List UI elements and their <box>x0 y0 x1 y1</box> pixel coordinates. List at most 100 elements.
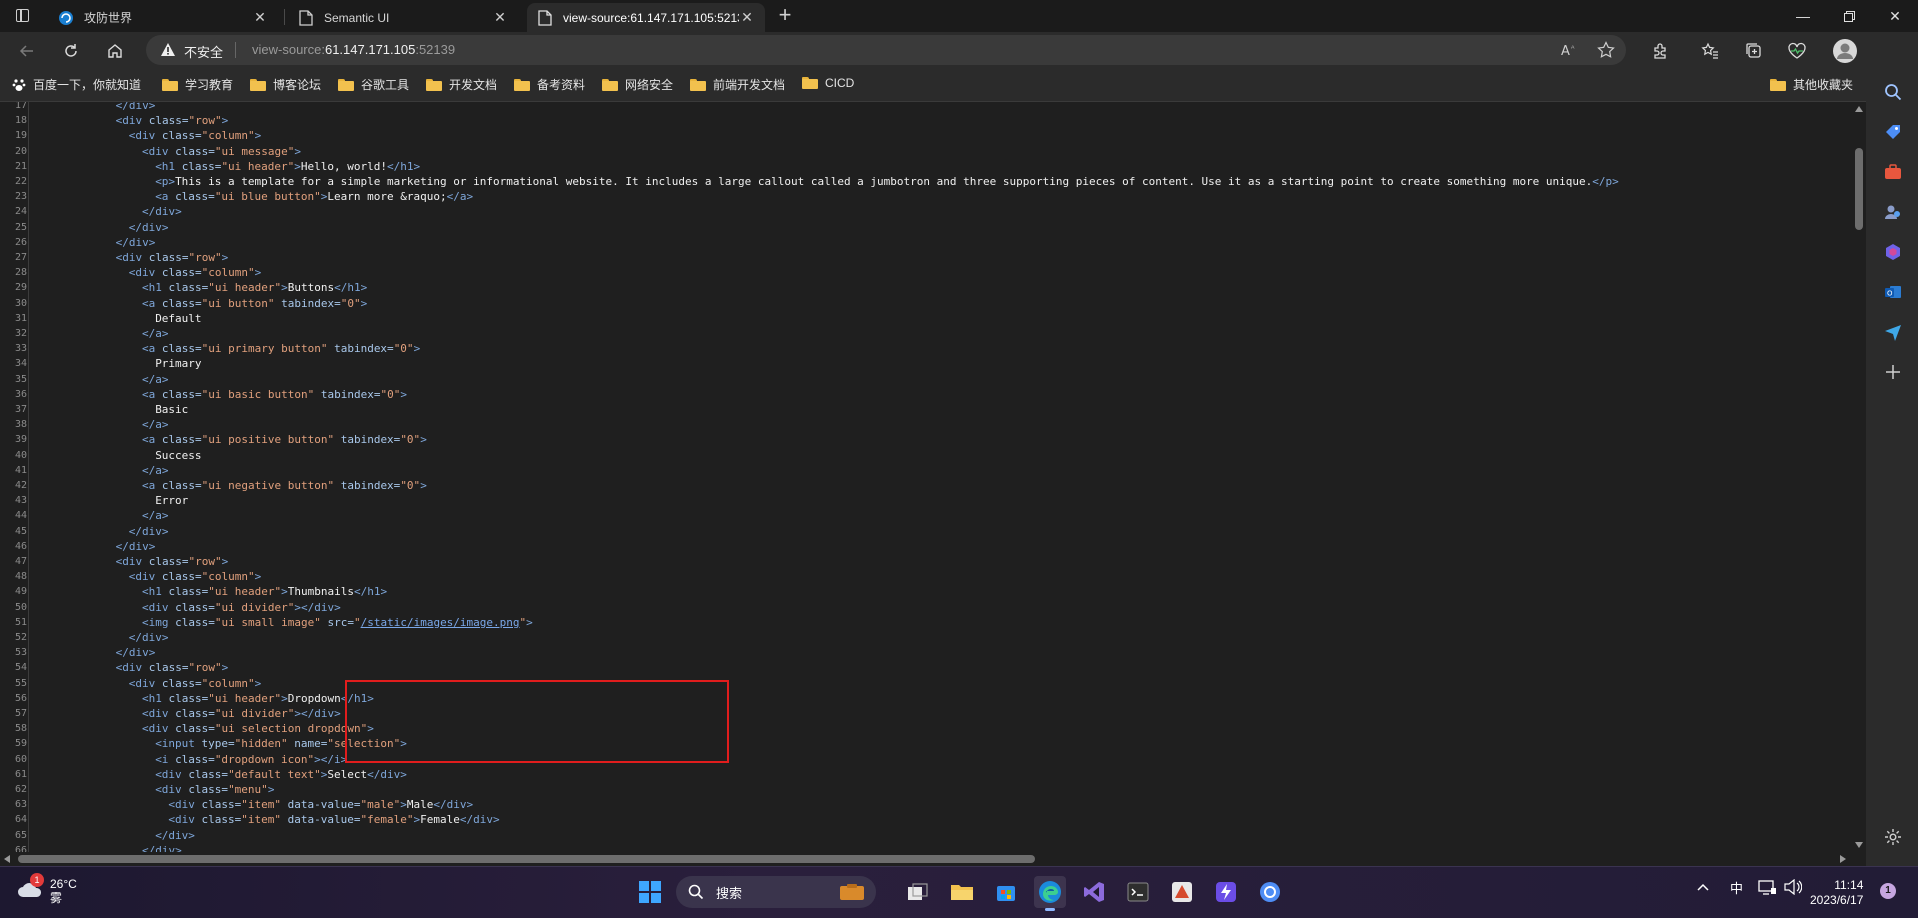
chrome-icon[interactable] <box>1254 876 1286 908</box>
code-token: class= <box>188 783 229 796</box>
edge-sidebar: O <box>1866 68 1918 866</box>
edge-icon[interactable] <box>1034 876 1066 911</box>
url-port: :52139 <box>415 42 456 57</box>
bookmark-folder[interactable]: CICD <box>802 76 854 90</box>
favorites-icon[interactable] <box>1699 40 1721 62</box>
file-explorer-icon[interactable] <box>946 876 978 908</box>
code-token: class= <box>201 798 242 812</box>
office-icon[interactable] <box>1882 241 1904 263</box>
tab-strip: 攻防世界 ✕ Semantic UI ✕ view-source:61.147.… <box>0 0 1918 32</box>
browser-essentials-icon[interactable] <box>1786 40 1808 62</box>
clock[interactable]: 11:14 2023/6/17 <box>1810 878 1863 908</box>
horizontal-scroll-thumb[interactable] <box>18 855 1035 863</box>
bookmark-folder[interactable]: 博客论坛 <box>250 76 321 93</box>
vertical-scroll-thumb[interactable] <box>1855 148 1863 230</box>
tools-icon[interactable] <box>1882 161 1904 183</box>
bookmark-folder[interactable]: 学习教育 <box>162 76 233 93</box>
url-scheme: view-source: <box>252 42 325 57</box>
code-token: <a <box>142 387 162 401</box>
extensions-icon[interactable] <box>1650 40 1672 62</box>
task-view-icon[interactable] <box>902 876 934 908</box>
bookmark-folder[interactable]: 前端开发文档 <box>690 76 785 93</box>
bookmark-folder[interactable]: 谷歌工具 <box>338 76 409 93</box>
line-code: <div class="column"> <box>129 569 261 584</box>
line-code: </div> <box>129 220 169 235</box>
bookmark-folder[interactable]: 网络安全 <box>602 76 673 93</box>
outlook-icon[interactable]: O <box>1882 281 1904 303</box>
line-number: 49 <box>14 586 27 598</box>
close-window-icon[interactable]: ✕ <box>1872 0 1918 32</box>
code-token: <div <box>128 129 162 143</box>
code-token: <p> <box>155 175 176 188</box>
code-token: class= <box>161 266 202 280</box>
close-icon[interactable]: ✕ <box>492 9 508 26</box>
burp-suite-icon[interactable] <box>1166 876 1198 908</box>
search-icon[interactable] <box>1882 81 1904 103</box>
drop-send-icon[interactable] <box>1882 321 1904 343</box>
collections-icon[interactable] <box>1743 40 1765 62</box>
scroll-right-icon[interactable] <box>1840 855 1846 863</box>
tab-actions-icon[interactable] <box>16 9 29 22</box>
read-aloud-icon[interactable]: Aᴬ <box>1560 40 1580 60</box>
start-button[interactable] <box>634 876 666 908</box>
power-automate-icon[interactable] <box>1210 876 1242 908</box>
refresh-icon[interactable] <box>58 38 84 64</box>
source-code-view[interactable]: 17 </div> 18 <div class="row"> 19 <div class=… <box>0 102 1852 852</box>
weather-widget[interactable]: 1 26°C 雾 <box>16 873 77 905</box>
svg-text:O: O <box>1887 290 1893 298</box>
favorite-star-icon[interactable] <box>1596 40 1616 60</box>
close-icon[interactable]: ✕ <box>252 9 268 26</box>
tab-adworld[interactable]: 攻防世界 ✕ <box>48 3 278 32</box>
scroll-left-icon[interactable] <box>4 855 10 863</box>
terminal-icon[interactable] <box>1122 876 1154 908</box>
shopping-tag-icon[interactable] <box>1882 121 1904 143</box>
back-icon[interactable] <box>14 38 40 64</box>
scroll-down-icon[interactable] <box>1855 842 1863 848</box>
close-icon[interactable]: ✕ <box>739 9 755 26</box>
code-token: <div <box>155 783 189 796</box>
vertical-scrollbar[interactable] <box>1852 102 1866 852</box>
line-code: </div> <box>155 828 195 843</box>
chevron-up-icon[interactable] <box>1697 879 1709 894</box>
code-token: "ui basic button" <box>201 387 321 401</box>
line-code: <div class="item" data-value="female">Fe… <box>168 812 499 827</box>
taskbar-search[interactable]: 搜索 <box>676 876 876 908</box>
add-icon[interactable] <box>1882 361 1904 383</box>
line-code: <div class="ui selection dropdown"> <box>142 721 374 736</box>
code-token: Primary <box>155 357 202 371</box>
network-icon[interactable] <box>1758 879 1776 898</box>
bookmark-folder[interactable]: 开发文档 <box>426 76 497 93</box>
notification-badge[interactable]: 1 <box>1880 883 1896 899</box>
line-code: </div> <box>116 235 156 250</box>
scroll-up-icon[interactable] <box>1855 106 1863 112</box>
tab-view-source[interactable]: view-source:61.147.171.105:5213 ✕ <box>527 3 765 32</box>
volume-icon[interactable] <box>1784 878 1803 898</box>
security-label[interactable]: 不安全 <box>184 42 223 61</box>
url-text[interactable]: view-source:61.147.171.105:52139 <box>252 42 455 57</box>
persona-icon[interactable] <box>1882 201 1904 223</box>
folder-icon <box>690 78 706 91</box>
code-token: </div> <box>115 646 156 660</box>
source-link[interactable]: /static/images/image.png <box>361 616 520 629</box>
minimize-icon[interactable]: — <box>1780 0 1826 32</box>
other-bookmarks-folder[interactable]: 其他收藏夹 <box>1770 76 1853 93</box>
bookmark-baidu[interactable]: 百度一下，你就知道 <box>12 76 141 93</box>
bookmark-folder[interactable]: 备考资料 <box>514 76 585 93</box>
visual-studio-icon[interactable] <box>1078 876 1110 908</box>
line-code: <a class="ui negative button" tabindex="… <box>142 478 427 493</box>
avatar[interactable] <box>1832 38 1858 64</box>
code-token: </div> <box>155 828 195 842</box>
code-token: class= <box>168 585 209 599</box>
new-tab-icon[interactable]: + <box>773 4 797 28</box>
horizontal-scrollbar[interactable] <box>0 852 1852 866</box>
settings-gear-icon[interactable] <box>1882 826 1904 848</box>
restore-icon[interactable] <box>1826 0 1872 32</box>
address-bar[interactable]: 不安全 view-source:61.147.171.105:52139 Aᴬ <box>146 35 1626 65</box>
ime-indicator[interactable]: 中 <box>1730 878 1743 897</box>
code-token: </h1> <box>387 159 421 173</box>
microsoft-store-icon[interactable] <box>990 876 1022 908</box>
warning-icon[interactable] <box>160 42 176 62</box>
home-icon[interactable] <box>102 38 128 64</box>
code-token: ></div> <box>294 707 341 720</box>
tab-semantic-ui[interactable]: Semantic UI ✕ <box>288 3 518 32</box>
